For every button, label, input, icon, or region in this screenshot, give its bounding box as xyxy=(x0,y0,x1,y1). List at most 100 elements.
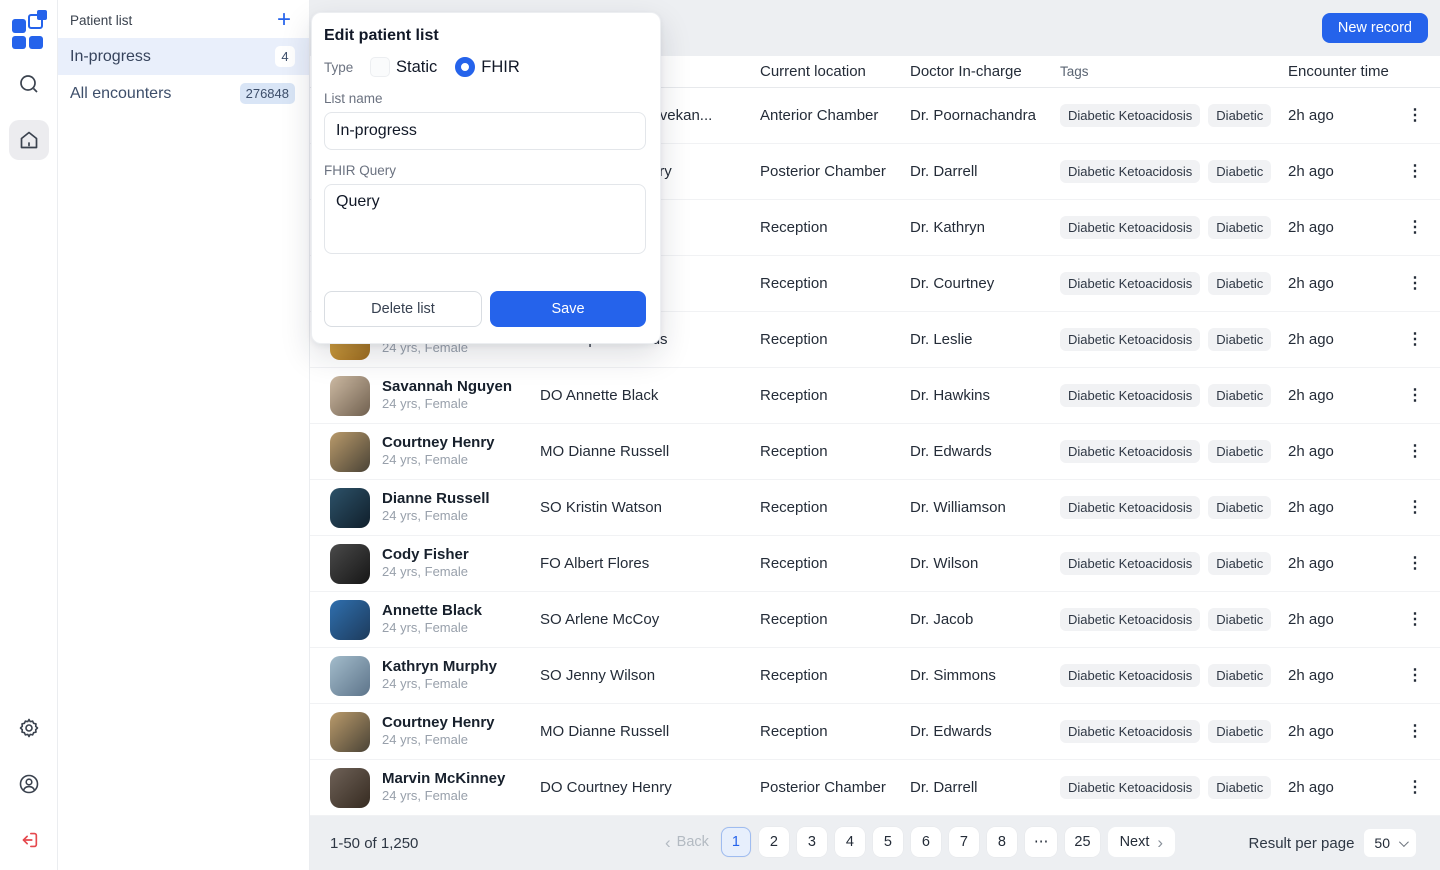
kebab-menu-icon[interactable]: ⋮ xyxy=(1407,443,1423,460)
delete-list-button[interactable]: Delete list xyxy=(324,291,482,327)
next-button[interactable]: Next › xyxy=(1108,827,1176,857)
patient-identity: Kathryn Murphy24 yrs, Female xyxy=(382,658,497,694)
location-cell: Anterior Chamber xyxy=(760,107,910,124)
type-option-static[interactable]: Static xyxy=(370,57,437,77)
doctor-cell: Dr. Courtney xyxy=(910,275,1060,292)
patient-avatar xyxy=(330,656,370,696)
tag-badge: Diabetic Ketoacidosis xyxy=(1060,160,1200,183)
location-cell: Posterior Chamber xyxy=(760,779,910,796)
tags-cell: Diabetic KetoacidosisDiabetic xyxy=(1060,160,1288,183)
page-button[interactable]: 25 xyxy=(1065,827,1099,857)
kebab-menu-icon[interactable]: ⋮ xyxy=(1407,331,1423,348)
settings-icon[interactable] xyxy=(9,708,49,748)
tags-cell: Diabetic KetoacidosisDiabetic xyxy=(1060,272,1288,295)
location-cell: Reception xyxy=(760,611,910,628)
encounter-time-cell: 2h ago xyxy=(1288,499,1400,516)
tags-cell: Diabetic KetoacidosisDiabetic xyxy=(1060,608,1288,631)
kebab-menu-icon[interactable]: ⋮ xyxy=(1407,163,1423,180)
table-row[interactable]: Kathryn Murphy24 yrs, FemaleSO Jenny Wil… xyxy=(310,648,1440,704)
doctor-cell: Dr. Darrell xyxy=(910,779,1060,796)
kebab-menu-icon[interactable]: ⋮ xyxy=(1407,779,1423,796)
practitioner-cell: FO Albert Flores xyxy=(540,555,760,572)
tags-cell: Diabetic KetoacidosisDiabetic xyxy=(1060,384,1288,407)
list-name-input[interactable] xyxy=(324,112,646,150)
patient-meta: 24 yrs, Female xyxy=(382,564,469,581)
next-label: Next xyxy=(1120,834,1150,850)
back-button[interactable]: ‹ Back xyxy=(665,834,709,851)
chevron-down-icon xyxy=(1399,837,1409,847)
patient-meta: 24 yrs, Female xyxy=(382,732,495,749)
page-button[interactable]: 1 xyxy=(721,827,751,857)
kebab-menu-icon[interactable]: ⋮ xyxy=(1407,667,1423,684)
doctor-cell: Dr. Williamson xyxy=(910,499,1060,516)
patient-list-item[interactable]: In-progress4 xyxy=(58,38,309,75)
save-button[interactable]: Save xyxy=(490,291,646,327)
encounter-time-cell: 2h ago xyxy=(1288,723,1400,740)
logout-icon[interactable] xyxy=(9,820,49,860)
kebab-menu-icon[interactable]: ⋮ xyxy=(1407,723,1423,740)
tag-badge: Diabetic xyxy=(1208,776,1271,799)
tag-badge: Diabetic xyxy=(1208,552,1271,575)
practitioner-cell: MO Dianne Russell xyxy=(540,443,760,460)
table-row[interactable]: Annette Black24 yrs, FemaleSO Arlene McC… xyxy=(310,592,1440,648)
patient-list-item[interactable]: All encounters276848 xyxy=(58,75,309,112)
kebab-menu-icon[interactable]: ⋮ xyxy=(1407,611,1423,628)
page-button[interactable]: 8 xyxy=(987,827,1017,857)
table-row[interactable]: Courtney Henry24 yrs, FemaleMO Dianne Ru… xyxy=(310,704,1440,760)
page-button[interactable]: 5 xyxy=(873,827,903,857)
chevron-right-icon: › xyxy=(1157,834,1163,851)
location-cell: Reception xyxy=(760,331,910,348)
kebab-menu-icon[interactable]: ⋮ xyxy=(1407,499,1423,516)
home-icon[interactable] xyxy=(9,120,49,160)
practitioner-cell: SO Kristin Watson xyxy=(540,499,760,516)
page-button[interactable]: 7 xyxy=(949,827,979,857)
page-ellipsis-button[interactable]: ⋯ xyxy=(1025,827,1058,857)
fhir-query-textarea[interactable]: Query xyxy=(324,184,646,254)
app-logo-icon[interactable] xyxy=(12,14,46,48)
patient-identity: Dianne Russell24 yrs, Female xyxy=(382,490,490,526)
page-button[interactable]: 6 xyxy=(911,827,941,857)
type-option-fhir[interactable]: FHIR xyxy=(455,57,520,77)
patient-name: Courtney Henry xyxy=(382,434,495,453)
kebab-menu-icon[interactable]: ⋮ xyxy=(1407,107,1423,124)
tag-badge: Diabetic Ketoacidosis xyxy=(1060,272,1200,295)
kebab-menu-icon[interactable]: ⋮ xyxy=(1407,219,1423,236)
patient-cell: Dianne Russell24 yrs, Female xyxy=(330,488,540,528)
add-list-button plus-icon[interactable]: + xyxy=(277,10,291,30)
patient-cell: Kathryn Murphy24 yrs, Female xyxy=(330,656,540,696)
encounter-time-cell: 2h ago xyxy=(1288,331,1400,348)
patient-avatar xyxy=(330,544,370,584)
table-row[interactable]: Cody Fisher24 yrs, Female FO Albert Flore… xyxy=(310,536,1440,592)
radio-selected-icon[interactable] xyxy=(455,57,475,77)
page-size-select[interactable]: 50 xyxy=(1364,829,1416,857)
search-icon[interactable] xyxy=(9,64,49,104)
kebab-menu-icon[interactable]: ⋮ xyxy=(1407,387,1423,404)
new-record-button[interactable]: New record xyxy=(1322,13,1428,43)
page-button[interactable]: 3 xyxy=(797,827,827,857)
page-button[interactable]: 2 xyxy=(759,827,789,857)
tag-badge: Diabetic Ketoacidosis xyxy=(1060,608,1200,631)
header-current-location: Current location xyxy=(760,63,910,80)
location-cell: Reception xyxy=(760,219,910,236)
patient-cell: Annette Black24 yrs, Female xyxy=(330,600,540,640)
profile-icon[interactable] xyxy=(9,764,49,804)
table-row[interactable]: Courtney Henry24 yrs, FemaleMO Dianne Ru… xyxy=(310,424,1440,480)
kebab-menu-icon[interactable]: ⋮ xyxy=(1407,275,1423,292)
location-cell: Reception xyxy=(760,499,910,516)
table-row[interactable]: Savannah Nguyen24 yrs, FemaleDO Annette … xyxy=(310,368,1440,424)
tags-cell: Diabetic KetoacidosisDiabetic xyxy=(1060,104,1288,127)
checkbox-unchecked-icon[interactable] xyxy=(370,57,390,77)
patient-name: Dianne Russell xyxy=(382,490,490,509)
table-row[interactable]: Marvin McKinney24 yrs, FemaleDO Courtney… xyxy=(310,760,1440,816)
kebab-menu-icon[interactable]: ⋮ xyxy=(1407,555,1423,572)
table-row[interactable]: Dianne Russell24 yrs, Female SO Kristin W… xyxy=(310,480,1440,536)
patient-cell: Marvin McKinney24 yrs, Female xyxy=(330,768,540,808)
patient-list-panel: Patient list + In-progress4All encounter… xyxy=(58,0,310,870)
page-button[interactable]: 4 xyxy=(835,827,865,857)
tags-cell: Diabetic KetoacidosisDiabetic xyxy=(1060,328,1288,351)
count-badge: 276848 xyxy=(240,83,295,104)
patient-identity: Cody Fisher24 yrs, Female xyxy=(382,546,469,582)
count-badge: 4 xyxy=(275,46,295,67)
encounter-time-cell: 2h ago xyxy=(1288,219,1400,236)
patient-meta: 24 yrs, Female xyxy=(382,508,490,525)
